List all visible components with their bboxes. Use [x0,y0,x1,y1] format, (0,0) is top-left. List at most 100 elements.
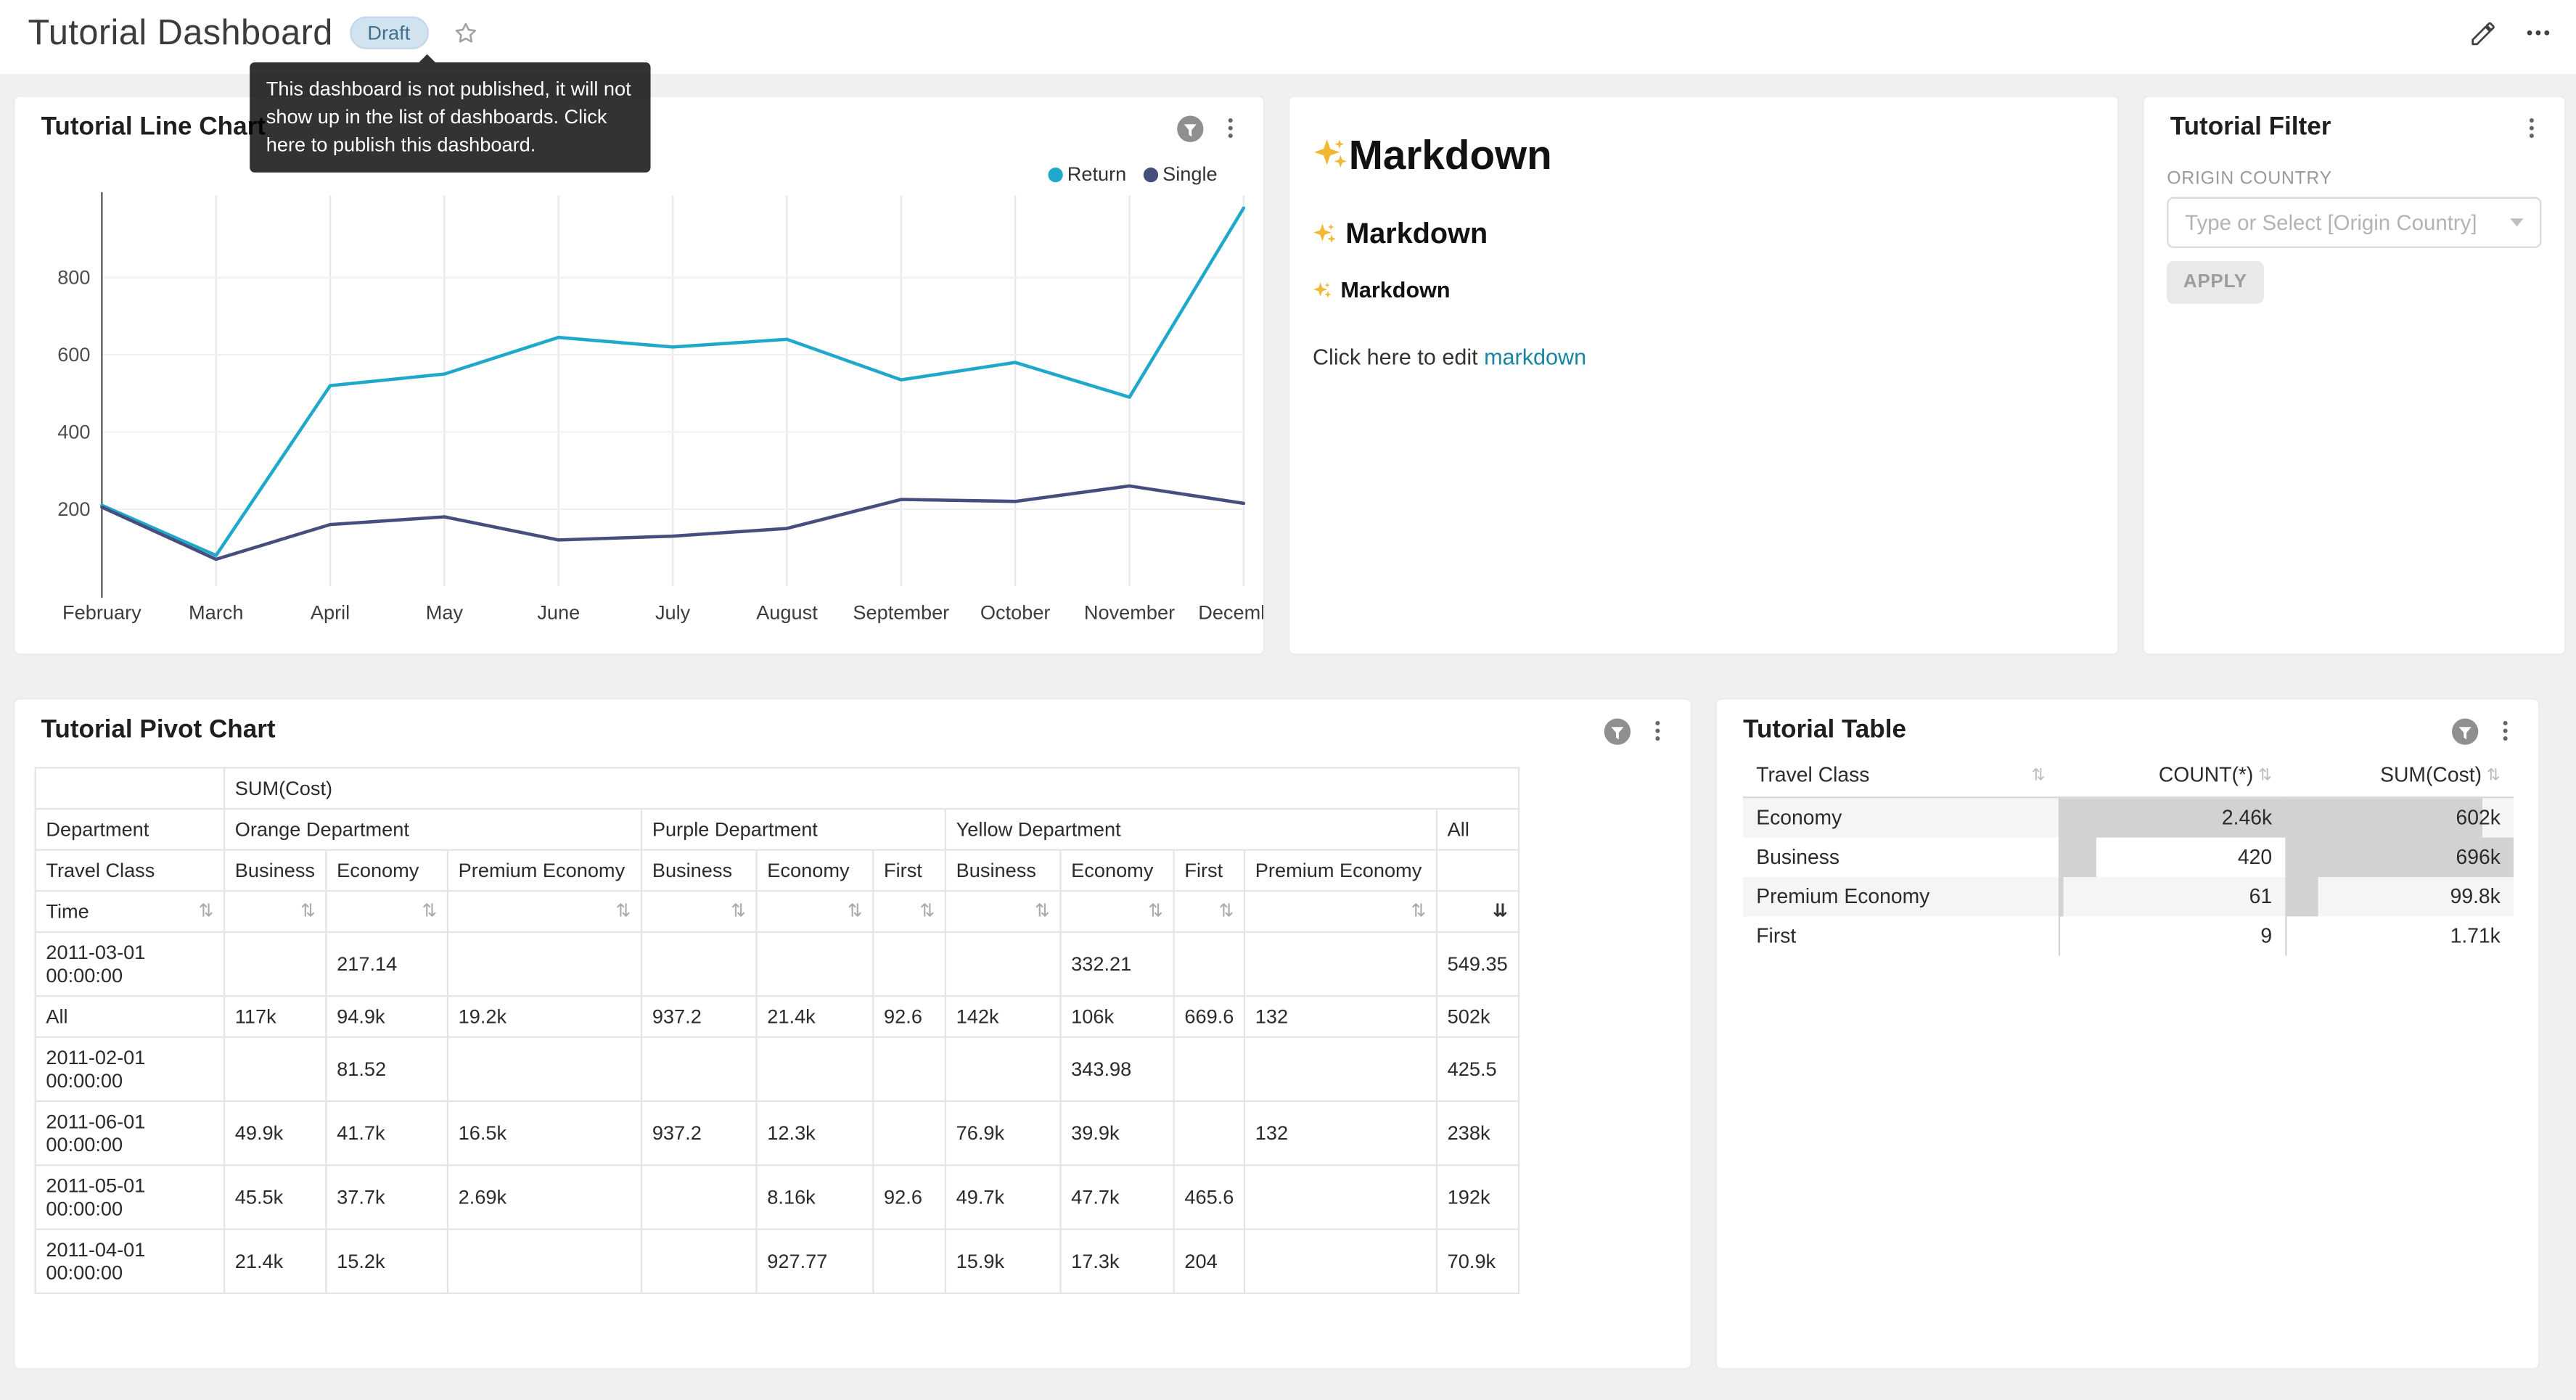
table-row[interactable]: First91.71k [1743,916,2514,955]
pivot-sort-cell: ⇊ [1437,891,1519,932]
sparkles-icon [1313,136,1349,184]
pivot-value-cell: 39.9k [1060,1101,1173,1165]
cell-value: 2.46k [2222,798,2272,837]
kebab-menu-icon[interactable] [2493,717,2519,744]
sort-icon[interactable]: ⇅ [2258,766,2272,784]
markdown-edit-hint: Click here to edit markdown [1313,345,2095,369]
svg-text:July: July [655,601,691,624]
svg-text:800: 800 [57,266,90,289]
legend-label: Single [1162,162,1218,186]
pivot-value-cell: 238k [1437,1101,1519,1165]
svg-text:200: 200 [57,498,90,520]
legend-label: Return [1067,162,1127,186]
pivot-value-cell: 142k [946,996,1060,1037]
pivot-value-cell: 192k [1437,1165,1519,1229]
travel-class-cell: Premium Economy [1743,877,2059,916]
table-row[interactable]: Premium Economy6199.8k [1743,877,2514,916]
sort-icon[interactable]: ⇅ [198,900,213,923]
sort-icon[interactable]: ⇅ [919,900,935,923]
sort-icon[interactable]: ⇅ [1218,900,1234,923]
pivot-class-header: Business [641,850,756,892]
sort-icon[interactable]: ⇅ [1035,900,1050,923]
pivot-value-cell [873,1230,946,1293]
kebab-menu-icon[interactable] [1218,115,1244,141]
pivot-value-cell [1174,1037,1244,1101]
edit-icon[interactable] [2469,19,2497,46]
pivot-sort-cell: ⇅ [224,891,326,932]
table-row[interactable]: Business420696k [1743,838,2514,877]
origin-country-select[interactable]: Type or Select [Origin Country] [2167,197,2541,248]
pivot-value-cell: 425.5 [1437,1037,1519,1101]
line-chart-card: Tutorial Line Chart ReturnSingle 2004006… [13,95,1265,655]
pivot-value-cell: 204 [1174,1230,1244,1293]
cross-filter-icon[interactable] [2451,717,2479,744]
pivot-value-cell: 549.35 [1437,932,1519,996]
pivot-value-cell [224,1037,326,1101]
table-card: Tutorial Table Travel Class⇅ COUNT(*)⇅ [1715,698,2540,1370]
pivot-value-cell: 15.9k [946,1230,1060,1293]
svg-text:600: 600 [57,343,90,366]
pivot-row-label: All [36,996,224,1037]
sort-icon[interactable]: ⇅ [2487,766,2501,784]
sort-icon[interactable]: ⇅ [1411,900,1426,923]
more-menu-icon[interactable] [2524,18,2554,48]
column-header-sum-cost[interactable]: SUM(Cost)⇅ [2285,754,2514,797]
sort-icon[interactable]: ⇅ [1148,900,1163,923]
count-cell: 9 [2059,916,2285,955]
svg-text:December: December [1198,601,1263,624]
pivot-row-label: 2011-02-01 00:00:00 [36,1037,224,1101]
pivot-row: 2011-02-01 00:00:0081.52343.98425.5 [36,1037,1519,1101]
draft-badge[interactable]: Draft [349,17,428,49]
legend-item[interactable]: Single [1143,162,1218,186]
line-chart[interactable]: 200400600800FebruaryMarchAprilMayJuneJul… [15,179,1263,656]
pivot-value-cell: 92.6 [873,1165,946,1229]
pivot-sort-cell: ⇅ [1244,891,1437,932]
pivot-chart-title: Tutorial Pivot Chart [41,716,1591,746]
sort-icon[interactable]: ⇅ [616,900,631,923]
pivot-value-cell: 21.4k [224,1230,326,1293]
column-header-count[interactable]: COUNT(*)⇅ [2059,754,2285,797]
unpublished-tooltip[interactable]: This dashboard is not published, it will… [250,62,650,173]
pivot-class-header: Premium Economy [1244,850,1437,892]
pivot-sort-cell: ⇅ [946,891,1060,932]
sort-icon[interactable]: ⇅ [2032,766,2046,784]
page-title: Tutorial Dashboard [28,12,332,54]
sort-icon[interactable]: ⇊ [1493,900,1508,923]
select-placeholder: Type or Select [Origin Country] [2185,210,2510,235]
table-row[interactable]: Economy2.46k602k [1743,797,2514,837]
pivot-value-cell [1244,1037,1437,1101]
pivot-class-header: First [873,850,946,892]
favorite-star-icon[interactable] [451,19,479,46]
sort-icon[interactable]: ⇅ [731,900,746,923]
sort-icon[interactable]: ⇅ [300,900,316,923]
markdown-heading-3: Markdown [1313,217,2095,255]
pivot-value-cell: 117k [224,996,326,1037]
column-header-travel-class[interactable]: Travel Class⇅ [1743,754,2059,797]
cell-value: 420 [2238,838,2272,877]
filter-card-title: Tutorial Filter [2170,113,2506,143]
cross-filter-icon[interactable] [1604,717,1631,744]
svg-text:March: March [189,601,243,624]
travel-class-cell: First [1743,916,2059,955]
pivot-row: SUM(Cost) [36,767,1519,809]
chart-legend: Return Single [1048,162,1218,186]
markdown-edit-link[interactable]: markdown [1484,345,1586,369]
pivot-chart-card: Tutorial Pivot Chart SUM(Cost)Department… [13,698,1692,1370]
sort-icon[interactable]: ⇅ [848,900,863,923]
kebab-menu-icon[interactable] [2519,115,2545,141]
pivot-value-cell [1174,932,1244,996]
cross-filter-icon[interactable] [1176,114,1204,141]
markdown-card[interactable]: Markdown Markdown Markdown Click here to… [1288,95,2120,655]
apply-filter-button[interactable]: APPLY [2167,261,2263,304]
pivot-class-header: Economy [326,850,448,892]
sum-cell: 1.71k [2285,916,2514,955]
pivot-class-header: Business [946,850,1060,892]
sort-icon[interactable]: ⇅ [422,900,437,923]
kebab-menu-icon[interactable] [1644,717,1670,744]
pivot-value-cell [641,1037,756,1101]
pivot-value-cell: 70.9k [1437,1230,1519,1293]
value-bar [2059,838,2097,877]
pivot-value-cell: 106k [1060,996,1173,1037]
legend-item[interactable]: Return [1048,162,1127,186]
value-bar [2285,877,2318,916]
